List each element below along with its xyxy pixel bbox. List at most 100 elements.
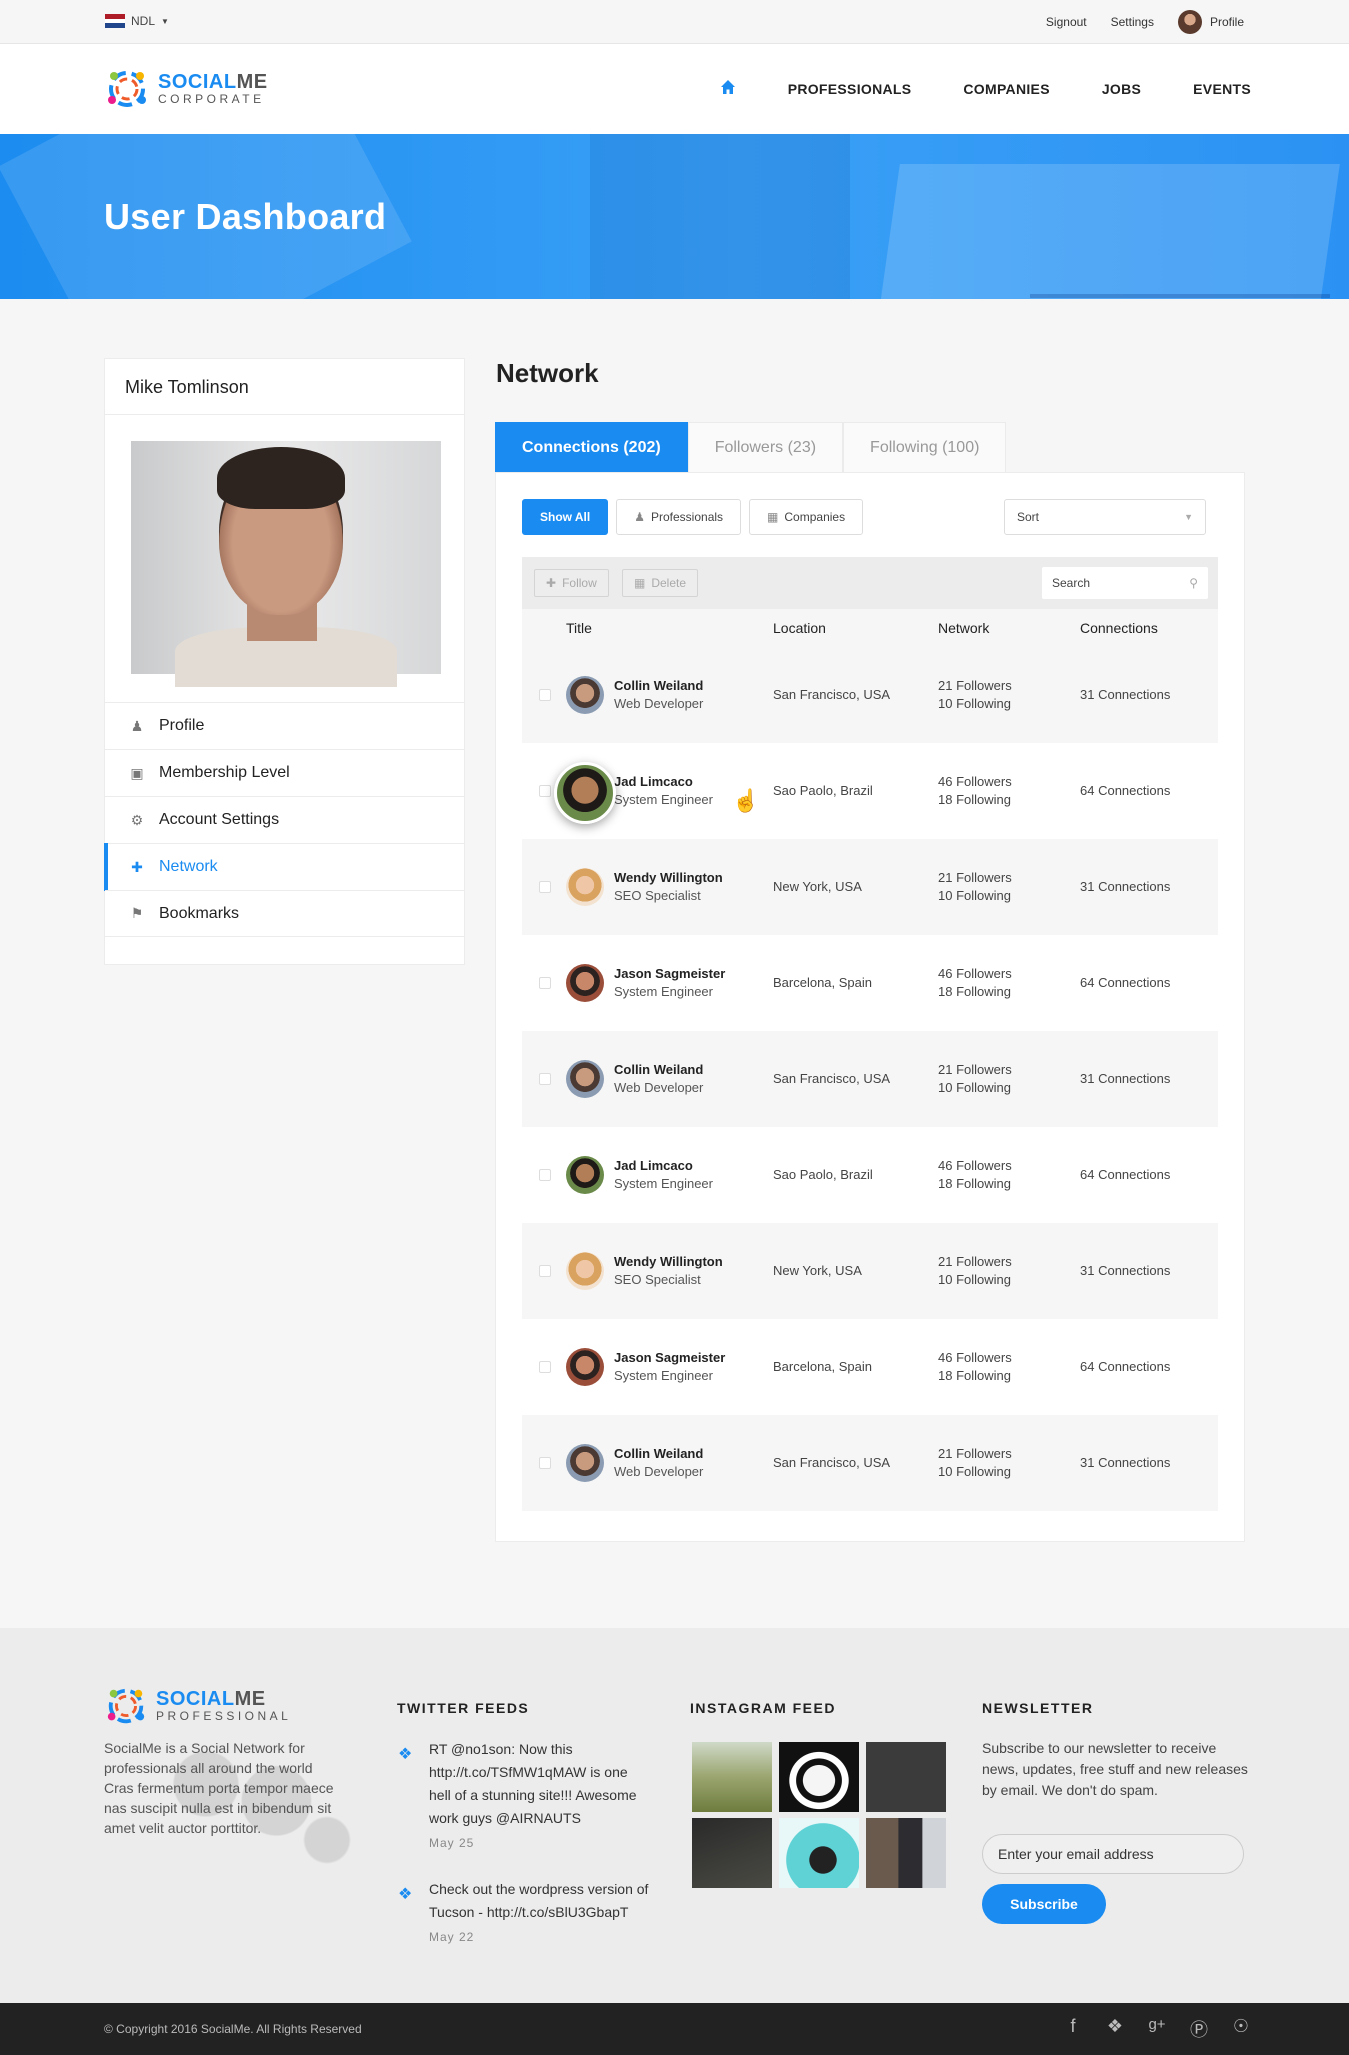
table-row[interactable]: Collin Weiland Web Developer San Francisco… xyxy=(522,1415,1218,1511)
language-label: NDL xyxy=(131,14,156,28)
google-plus-icon[interactable]: g+ xyxy=(1147,2016,1167,2042)
filter-group: Show All ♟ Professionals ▦ Companies xyxy=(522,499,864,535)
instagram-photo[interactable] xyxy=(692,1818,772,1888)
table-row[interactable]: Jason Sagmeister System Engineer Barcelona… xyxy=(522,935,1218,1031)
table-row[interactable]: Jad Limcaco System Engineer Sao Paolo, Bra… xyxy=(522,1127,1218,1223)
avatar[interactable] xyxy=(566,964,604,1002)
member-following: 18 Following xyxy=(938,1368,1011,1383)
member-name[interactable]: Jason Sagmeister xyxy=(614,1350,725,1365)
sidebar-item-network[interactable]: ✚ Network xyxy=(104,843,464,891)
table-row[interactable]: Collin Weiland Web Developer San Francisco… xyxy=(522,1031,1218,1127)
table-row[interactable]: Wendy Willington SEO Specialist New York, … xyxy=(522,1223,1218,1319)
tweet-date: May 25 xyxy=(429,1836,475,1850)
dribbble-icon[interactable]: ☉ xyxy=(1231,2016,1251,2042)
row-checkbox[interactable] xyxy=(539,1361,551,1373)
tab-connections[interactable]: Connections (202) xyxy=(495,422,688,472)
member-name[interactable]: Wendy Willington xyxy=(614,1254,723,1269)
nav-companies[interactable]: COMPANIES xyxy=(963,81,1049,97)
brand-name: SOCIALME xyxy=(156,1688,266,1710)
brand-tagline: CORPORATE xyxy=(158,92,265,106)
row-checkbox[interactable] xyxy=(539,1169,551,1181)
profile-label: Profile xyxy=(1209,15,1244,29)
member-role: System Engineer xyxy=(614,1368,713,1383)
avatar[interactable] xyxy=(566,1444,604,1482)
row-checkbox[interactable] xyxy=(539,1265,551,1277)
avatar[interactable] xyxy=(566,1060,604,1098)
member-name[interactable]: Collin Weiland xyxy=(614,1062,703,1077)
member-name[interactable]: Jad Limcaco xyxy=(614,774,693,789)
sidebar-item-membership[interactable]: ▣ Membership Level xyxy=(105,749,464,796)
user-sidebar: Mike Tomlinson ♟ Profile ▣ Membership Le… xyxy=(104,358,465,965)
tab-followers[interactable]: Followers (23) xyxy=(687,422,844,472)
profile-link[interactable]: Profile xyxy=(1177,10,1244,34)
sort-select[interactable]: Sort ▼ xyxy=(1004,499,1206,535)
filter-professionals[interactable]: ♟ Professionals xyxy=(616,499,742,535)
member-name[interactable]: Jad Limcaco xyxy=(614,1158,693,1173)
subscribe-button[interactable]: Subscribe xyxy=(982,1884,1106,1924)
filter-show-all[interactable]: Show All xyxy=(522,499,609,535)
settings-link[interactable]: Settings xyxy=(1111,15,1154,29)
hero-decor xyxy=(590,134,850,299)
row-checkbox[interactable] xyxy=(539,977,551,989)
table-row[interactable]: Jason Sagmeister System Engineer Barcelona… xyxy=(522,1319,1218,1415)
instagram-photo[interactable] xyxy=(692,1742,772,1812)
sidebar-item-bookmarks[interactable]: ⚑ Bookmarks xyxy=(105,890,464,937)
home-icon[interactable] xyxy=(720,79,736,100)
sidebar-item-account-settings[interactable]: ⚙ Account Settings xyxy=(105,796,464,843)
delete-button[interactable]: ▦ Delete xyxy=(622,569,699,597)
network-panel: Show All ♟ Professionals ▦ Companies Sor… xyxy=(495,472,1245,1542)
instagram-photo[interactable] xyxy=(866,1818,946,1888)
language-selector[interactable]: NDL ▼ xyxy=(105,14,169,29)
twitter-title: TWITTER FEEDS xyxy=(397,1700,530,1716)
newsletter-text: Subscribe to our newsletter to receive n… xyxy=(982,1740,1248,1798)
table-row[interactable]: Collin Weiland Web Developer San Francisco… xyxy=(522,647,1218,743)
avatar[interactable] xyxy=(566,1156,604,1194)
table-row[interactable]: Jad Limcaco System Engineer Sao Paolo, Bra… xyxy=(522,743,1218,839)
instagram-photo[interactable] xyxy=(779,1742,859,1812)
member-connections: 31 Connections xyxy=(1080,1071,1171,1086)
member-connections: 31 Connections xyxy=(1080,1455,1171,1470)
twitter-icon[interactable]: ❖ xyxy=(1105,2016,1125,2042)
email-field[interactable]: Enter your email address xyxy=(982,1834,1244,1874)
instagram-photo[interactable] xyxy=(779,1818,859,1888)
row-checkbox[interactable] xyxy=(539,689,551,701)
pinterest-icon[interactable]: Ⓟ xyxy=(1189,2016,1209,2042)
member-name[interactable]: Jason Sagmeister xyxy=(614,966,725,981)
member-name[interactable]: Collin Weiland xyxy=(614,1446,703,1461)
member-followers: 46 Followers xyxy=(938,1158,1012,1173)
row-checkbox[interactable] xyxy=(539,1073,551,1085)
signout-link[interactable]: Signout xyxy=(1046,15,1087,29)
avatar[interactable] xyxy=(566,1348,604,1386)
facebook-icon[interactable]: f xyxy=(1063,2016,1083,2042)
avatar[interactable] xyxy=(566,1252,604,1290)
avatar[interactable] xyxy=(566,676,604,714)
footer-logo[interactable]: SOCIALME PROFESSIONAL xyxy=(104,1684,291,1728)
row-checkbox[interactable] xyxy=(539,1457,551,1469)
tab-following[interactable]: Following (100) xyxy=(843,422,1007,472)
member-name[interactable]: Wendy Willington xyxy=(614,870,723,885)
avatar[interactable] xyxy=(566,868,604,906)
sidebar-item-profile[interactable]: ♟ Profile xyxy=(105,702,464,749)
section-title: Network xyxy=(496,358,599,388)
nav-events[interactable]: EVENTS xyxy=(1193,81,1251,97)
brand-name: SOCIALME xyxy=(158,71,268,93)
member-connections: 31 Connections xyxy=(1080,1263,1171,1278)
member-following: 18 Following xyxy=(938,984,1011,999)
filter-companies[interactable]: ▦ Companies xyxy=(749,499,864,535)
nav-professionals[interactable]: PROFESSIONALS xyxy=(788,81,912,97)
column-location: Location xyxy=(773,620,826,636)
follow-button[interactable]: ✚ Follow xyxy=(534,569,609,597)
nav-jobs[interactable]: JOBS xyxy=(1102,81,1141,97)
member-name[interactable]: Collin Weiland xyxy=(614,678,703,693)
column-title: Title xyxy=(566,620,592,636)
row-checkbox[interactable] xyxy=(539,881,551,893)
logo[interactable]: SOCIALME CORPORATE xyxy=(104,66,268,112)
member-connections: 31 Connections xyxy=(1080,687,1171,702)
table-row[interactable]: Wendy Willington SEO Specialist New York, … xyxy=(522,839,1218,935)
row-checkbox[interactable] xyxy=(539,785,551,797)
search-input[interactable]: Search ⚲ xyxy=(1042,567,1208,599)
instagram-photo[interactable] xyxy=(866,1742,946,1812)
member-followers: 21 Followers xyxy=(938,1254,1012,1269)
member-followers: 46 Followers xyxy=(938,1350,1012,1365)
tweet-text: RT @no1son: Now this http://t.co/TSfMW1q… xyxy=(429,1741,637,1826)
